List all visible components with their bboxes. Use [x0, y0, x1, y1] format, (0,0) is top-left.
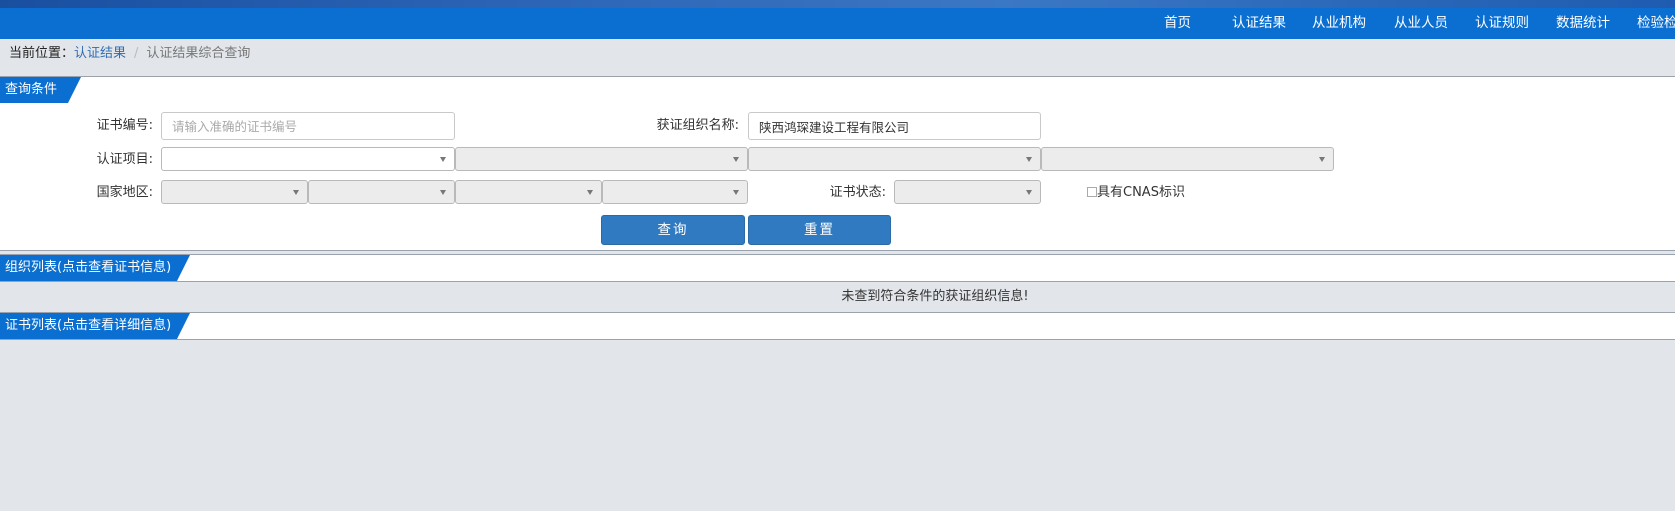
cnas-label: 具有CNAS标识 — [1097, 185, 1185, 200]
cert-item-select-4[interactable] — [1041, 147, 1334, 171]
org-name-input[interactable] — [748, 112, 1041, 140]
chevron-down-icon — [1026, 157, 1032, 162]
chevron-down-icon — [1026, 190, 1032, 195]
cert-list-title: 证书列表(点击查看详细信息) — [0, 313, 190, 339]
cert-item-select-1[interactable] — [161, 147, 455, 171]
query-form: 证书编号: 获证组织名称: 认证项目: 国家地区: 证书状态: 具有CNAS标识… — [0, 103, 1675, 251]
query-section-title: 查询条件 — [0, 77, 81, 103]
nav-item-home[interactable]: 首页 — [1164, 8, 1191, 39]
status-label: 证书状态: — [829, 185, 886, 200]
nav-item-inspection[interactable]: 检验检 — [1637, 8, 1675, 39]
chevron-down-icon — [733, 190, 739, 195]
status-select[interactable] — [894, 180, 1041, 204]
org-name-label: 获证组织名称: — [656, 118, 739, 133]
region-select-city[interactable] — [455, 180, 602, 204]
main-nav: 首页 认证结果 从业机构 从业人员 认证规则 数据统计 检验检 — [0, 8, 1675, 39]
org-list-title: 组织列表(点击查看证书信息) — [0, 255, 190, 281]
cert-item-select-3[interactable] — [748, 147, 1041, 171]
nav-item-agencies[interactable]: 从业机构 — [1312, 8, 1366, 39]
top-banner — [0, 0, 1675, 8]
region-label: 国家地区: — [96, 185, 153, 200]
org-list-empty-row: 未查到符合条件的获证组织信息! — [0, 284, 1675, 310]
breadcrumb-link-cert-results[interactable]: 认证结果 — [74, 46, 126, 61]
nav-item-statistics[interactable]: 数据统计 — [1556, 8, 1610, 39]
cnas-checkbox[interactable] — [1087, 187, 1097, 197]
breadcrumb: 当前位置：认证结果 / 认证结果综合查询 — [9, 44, 250, 64]
region-select-country[interactable] — [161, 180, 308, 204]
chevron-down-icon — [1319, 157, 1325, 162]
region-select-district[interactable] — [602, 180, 748, 204]
breadcrumb-prefix: 当前位置： — [9, 46, 75, 61]
org-list-header: 组织列表(点击查看证书信息) — [0, 254, 1675, 282]
cert-item-label: 认证项目: — [96, 152, 153, 167]
divider — [0, 250, 1675, 251]
breadcrumb-separator: / — [134, 46, 139, 61]
chevron-down-icon — [733, 157, 739, 162]
cert-list-header: 证书列表(点击查看详细信息) — [0, 312, 1675, 340]
search-button[interactable]: 查询 — [601, 215, 745, 245]
reset-button[interactable]: 重置 — [748, 215, 891, 245]
nav-item-rules[interactable]: 认证规则 — [1475, 8, 1529, 39]
cert-no-input[interactable] — [161, 112, 455, 140]
cert-no-label: 证书编号: — [96, 118, 153, 133]
chevron-down-icon — [440, 157, 446, 162]
nav-item-cert-results[interactable]: 认证结果 — [1232, 8, 1286, 39]
breadcrumb-current: 认证结果综合查询 — [146, 46, 251, 61]
cert-item-select-2[interactable] — [455, 147, 748, 171]
nav-item-personnel[interactable]: 从业人员 — [1394, 8, 1448, 39]
org-list-empty-message: 未查到符合条件的获证组织信息! — [841, 289, 1029, 304]
chevron-down-icon — [293, 190, 299, 195]
chevron-down-icon — [587, 190, 593, 195]
region-select-province[interactable] — [308, 180, 455, 204]
chevron-down-icon — [440, 190, 446, 195]
query-section-header: 查询条件 — [0, 76, 1675, 104]
